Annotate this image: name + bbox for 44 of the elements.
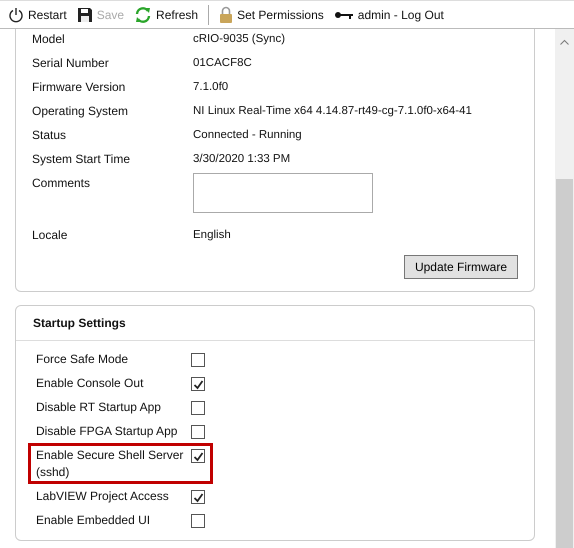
update-firmware-button[interactable]: Update Firmware [404,255,518,279]
checkbox[interactable] [191,401,205,415]
power-icon [8,6,24,22]
setting-label: Disable FPGA Startup App [36,423,178,440]
field-value: 3/30/2020 1:33 PM [193,152,290,167]
lock-button[interactable]: Set Permissions [215,6,328,24]
field-label: Status [32,127,68,144]
field-label: System Start Time [32,151,132,168]
field-value: Connected - Running [193,128,302,143]
lock-icon [219,6,234,24]
field-value: 7.1.0f0 [193,80,228,95]
save-icon [76,6,93,22]
checkbox[interactable] [191,449,205,463]
checkbox[interactable] [191,353,205,367]
field-label: Model [32,31,66,48]
comments-field[interactable] [193,173,373,213]
field-label: Serial Number [32,55,110,72]
setting-label: Enable Console Out [36,375,144,392]
refresh-icon [134,6,152,24]
field-label: Operating System [32,103,130,120]
setting-label: Enable Embedded UI [36,512,152,529]
field-label: Comments [32,175,92,192]
field-value: 01CACF8C [193,56,252,71]
field-value: English [193,228,231,243]
setting-label: LabVIEW Project Access [36,488,170,505]
checkbox[interactable] [191,377,205,391]
checkbox[interactable] [191,490,205,504]
setting-label: Force Safe Mode [36,351,130,368]
checkbox[interactable] [191,425,205,439]
field-value: cRIO-9035 (Sync) [193,32,286,47]
key-button[interactable]: admin - Log Out [330,8,448,22]
setting-label: Disable RT Startup App [36,399,162,416]
scroll-thumb[interactable] [556,179,573,548]
power-button[interactable]: Restart [4,6,71,22]
setting-label: Enable Secure Shell Server (sshd) [36,447,184,481]
refresh-button[interactable]: Refresh [130,6,202,24]
section-title: Startup Settings [33,316,126,330]
field-value: NI Linux Real-Time x64 4.14.87-rt49-cg-7.1.0f0-x64-41 [193,104,472,119]
scrollbar[interactable] [555,29,574,548]
scroll-up-icon[interactable] [560,39,569,45]
field-label: Locale [32,227,68,244]
key-icon [334,10,354,20]
field-label: Firmware Version [32,79,126,96]
checkbox[interactable] [191,514,205,528]
